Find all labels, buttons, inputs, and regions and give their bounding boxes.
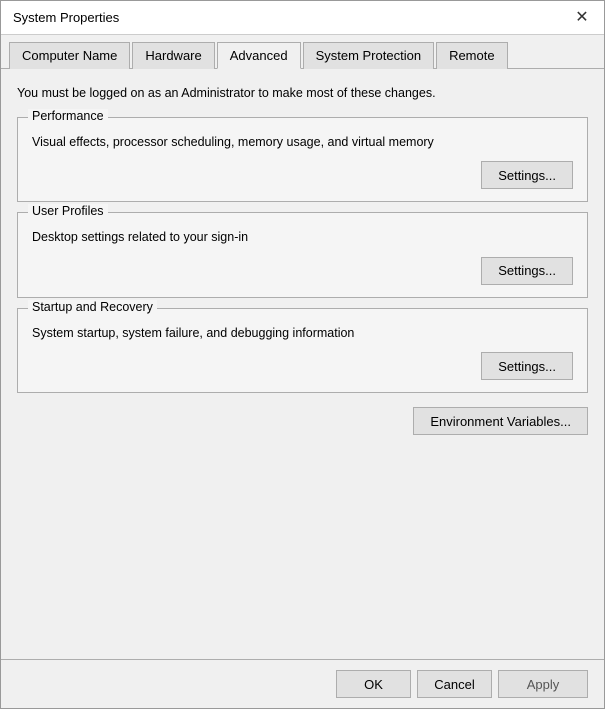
env-variables-row: Environment Variables... — [17, 403, 588, 439]
tab-remote[interactable]: Remote — [436, 42, 508, 69]
title-bar: System Properties ✕ — [1, 1, 604, 35]
bottom-bar: OK Cancel Apply — [1, 659, 604, 708]
close-button[interactable]: ✕ — [572, 8, 592, 28]
performance-group-title: Performance — [28, 109, 108, 123]
tab-hardware[interactable]: Hardware — [132, 42, 214, 69]
performance-settings-button[interactable]: Settings... — [481, 161, 573, 189]
user-profiles-group: User Profiles Desktop settings related t… — [17, 212, 588, 298]
performance-group: Performance Visual effects, processor sc… — [17, 117, 588, 203]
window-title: System Properties — [13, 10, 119, 25]
startup-recovery-description: System startup, system failure, and debu… — [32, 325, 573, 343]
environment-variables-button[interactable]: Environment Variables... — [413, 407, 588, 435]
startup-recovery-settings-button[interactable]: Settings... — [481, 352, 573, 380]
tab-system-protection[interactable]: System Protection — [303, 42, 435, 69]
tab-bar: Computer Name Hardware Advanced System P… — [1, 35, 604, 69]
tab-advanced[interactable]: Advanced — [217, 42, 301, 69]
user-profiles-group-title: User Profiles — [28, 204, 108, 218]
apply-button[interactable]: Apply — [498, 670, 588, 698]
tab-computer-name[interactable]: Computer Name — [9, 42, 130, 69]
admin-notice: You must be logged on as an Administrato… — [17, 81, 588, 107]
startup-recovery-group-title: Startup and Recovery — [28, 300, 157, 314]
performance-button-row: Settings... — [32, 161, 573, 189]
user-profiles-description: Desktop settings related to your sign-in — [32, 229, 573, 247]
content-area: You must be logged on as an Administrato… — [1, 69, 604, 659]
ok-button[interactable]: OK — [336, 670, 411, 698]
startup-recovery-button-row: Settings... — [32, 352, 573, 380]
user-profiles-button-row: Settings... — [32, 257, 573, 285]
startup-recovery-group: Startup and Recovery System startup, sys… — [17, 308, 588, 394]
performance-description: Visual effects, processor scheduling, me… — [32, 134, 573, 152]
user-profiles-settings-button[interactable]: Settings... — [481, 257, 573, 285]
cancel-button[interactable]: Cancel — [417, 670, 492, 698]
system-properties-dialog: System Properties ✕ Computer Name Hardwa… — [0, 0, 605, 709]
